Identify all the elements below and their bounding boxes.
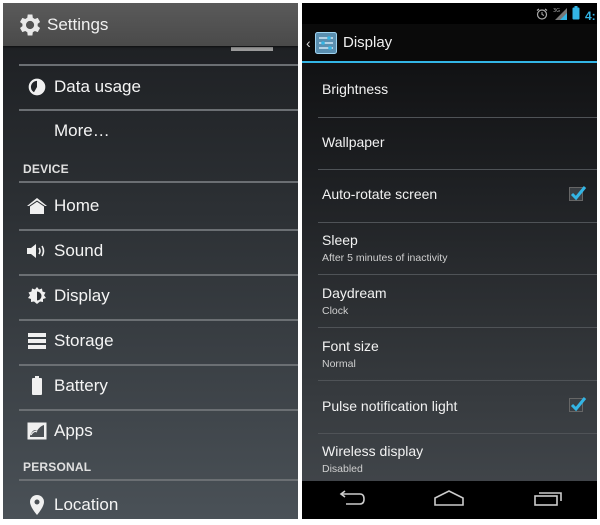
section-header-device: DEVICE [23, 162, 69, 176]
bluetooth-toggle[interactable] [231, 47, 273, 51]
signal-3g-icon: 3G [553, 7, 567, 25]
settings-item-apps[interactable]: Apps [3, 409, 298, 453]
display-item-daydream[interactable]: Daydream Clock [322, 285, 597, 317]
divider [318, 169, 597, 170]
divider [318, 274, 597, 275]
item-title: Font size [322, 338, 379, 354]
item-summary: Disabled [322, 463, 363, 475]
settings-item-storage[interactable]: Storage [3, 319, 298, 363]
page-title: Display [343, 34, 393, 51]
display-item-wallpaper[interactable]: Wallpaper [322, 134, 597, 150]
checkmark-icon [570, 186, 587, 201]
display-settings-panel: 3G 4: ‹ Display Brightness Wallpaper Aut… [302, 3, 597, 519]
settings-item-label: Apps [54, 421, 93, 440]
back-arrow-icon [339, 489, 365, 505]
display-item-brightness[interactable]: Brightness [322, 81, 597, 97]
divider [19, 479, 298, 481]
settings-panel: Settings Data usage More… DEVICE Home So… [3, 3, 298, 519]
settings-item-location[interactable]: Location [3, 483, 298, 519]
settings-item-label: Home [54, 196, 100, 215]
divider [318, 433, 597, 434]
display-item-pulse-notification-light[interactable]: Pulse notification light [322, 398, 597, 414]
data-usage-icon [25, 75, 49, 99]
back-button[interactable] [336, 489, 366, 511]
settings-item-display[interactable]: Display [3, 274, 298, 318]
up-navigation-chevron-icon[interactable]: ‹ [306, 35, 314, 51]
action-bar: ‹ Display [302, 24, 597, 63]
display-item-sleep[interactable]: Sleep After 5 minutes of inactivity [322, 232, 597, 264]
home-icon [25, 194, 49, 218]
gear-icon [14, 10, 44, 40]
svg-text:3G: 3G [553, 8, 560, 14]
item-title: Brightness [322, 81, 389, 97]
item-title: Sleep [322, 232, 358, 248]
settings-item-label: Display [54, 286, 110, 305]
settings-item-label: More… [54, 121, 110, 140]
auto-rotate-checkbox[interactable] [569, 186, 587, 201]
item-summary: Normal [322, 358, 356, 370]
settings-item-label: Data usage [54, 77, 141, 96]
recent-apps-icon [534, 491, 562, 506]
item-title: Auto-rotate screen [322, 186, 438, 202]
section-header-personal: PERSONAL [23, 460, 92, 474]
sound-icon [25, 239, 49, 263]
settings-item-home[interactable]: Home [3, 184, 298, 228]
status-bar: 3G 4: [302, 3, 597, 24]
item-title: Pulse notification light [322, 398, 458, 414]
divider [318, 327, 597, 328]
navigation-bar [302, 481, 597, 519]
battery-status-icon [572, 6, 580, 25]
divider [318, 380, 597, 381]
settings-item-label: Location [54, 495, 119, 514]
settings-app-icon[interactable] [315, 31, 337, 54]
settings-item-more[interactable]: More… [3, 109, 298, 153]
item-title: Wallpaper [322, 134, 385, 150]
location-icon [25, 493, 49, 517]
settings-title: Settings [47, 14, 109, 34]
battery-icon [25, 374, 49, 398]
settings-item-data-usage[interactable]: Data usage [3, 65, 298, 109]
display-item-wireless-display[interactable]: Wireless display Disabled [322, 443, 597, 475]
display-icon [25, 284, 49, 308]
divider [19, 181, 298, 183]
settings-item-label: Storage [54, 331, 114, 350]
home-button[interactable] [433, 489, 465, 511]
display-item-font-size[interactable]: Font size Normal [322, 338, 597, 370]
item-title: Wireless display [322, 443, 424, 459]
pulse-notification-checkbox[interactable] [569, 397, 587, 412]
checkmark-icon [570, 397, 587, 412]
alarm-icon [536, 7, 548, 25]
home-nav-icon [434, 489, 465, 506]
clock-time: 4: [585, 8, 596, 23]
recent-apps-button[interactable] [533, 490, 563, 511]
settings-header: Settings [3, 3, 298, 46]
settings-item-label: Battery [54, 376, 108, 395]
apps-icon [25, 419, 49, 443]
item-summary: Clock [322, 305, 349, 317]
divider [318, 222, 597, 223]
display-item-auto-rotate[interactable]: Auto-rotate screen [322, 186, 597, 202]
item-title: Daydream [322, 285, 387, 301]
storage-icon [25, 329, 49, 353]
settings-item-sound[interactable]: Sound [3, 229, 298, 273]
item-summary: After 5 minutes of inactivity [322, 252, 448, 264]
settings-item-label: Sound [54, 241, 104, 260]
divider [318, 117, 597, 118]
settings-item-battery[interactable]: Battery [3, 364, 298, 408]
